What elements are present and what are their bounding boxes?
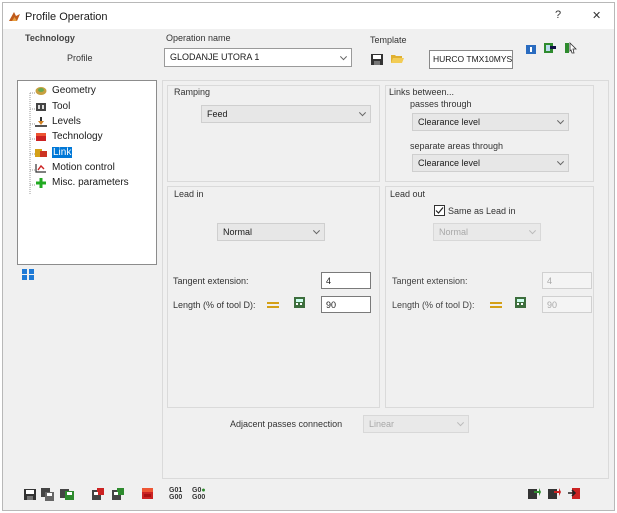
lead-in-type-select[interactable]: Normal (217, 223, 325, 241)
calculator-icon[interactable] (514, 296, 528, 309)
tree-item-motion-control[interactable]: Motion control (35, 162, 115, 173)
adjacent-passes-label: Adjacent passes connection (230, 419, 343, 429)
separate-areas-label: separate areas through (410, 141, 504, 151)
navigation-tree: Geometry Tool Levels Technology Link Mot… (17, 80, 157, 265)
tree-item-link[interactable]: Link (35, 147, 73, 158)
same-as-lead-in-label: Same as Lead in (448, 206, 516, 216)
open-template-icon[interactable] (390, 52, 404, 65)
gcode-simulate-button[interactable]: G0● G00 (192, 487, 206, 501)
checkmark-icon (435, 207, 444, 214)
lead-in-tangent-label: Tangent extension: (173, 276, 249, 286)
technology-table-icon[interactable] (141, 487, 155, 500)
layout-grid-icon[interactable] (21, 268, 35, 281)
lead-out-length-label: Length (% of tool D): (392, 300, 475, 310)
separate-areas-select[interactable]: Clearance level (412, 154, 569, 172)
technology-label: Technology (25, 33, 75, 43)
passes-through-label: passes through (410, 99, 472, 109)
chevron-down-icon (358, 109, 367, 117)
lines-tool-icon[interactable] (266, 298, 280, 311)
geometry-icon (35, 87, 47, 95)
plus-icon (36, 178, 46, 188)
adjacent-passes-select[interactable]: Linear (363, 415, 469, 433)
title-bar: Profile Operation ? ✕ (3, 3, 614, 29)
save-icon[interactable] (23, 488, 37, 501)
levels-icon (35, 117, 47, 127)
chevron-down-icon (556, 117, 565, 125)
chevron-down-icon (339, 52, 348, 60)
template-value: HURCO TMX10MYS (433, 54, 513, 64)
lines-tool-icon[interactable] (489, 298, 503, 311)
dot-icon: ● (201, 487, 206, 494)
export-red-icon[interactable] (547, 487, 561, 500)
save-copy-icon[interactable] (41, 488, 55, 501)
exit-icon[interactable] (567, 487, 581, 500)
lead-in-length-label: Length (% of tool D): (173, 300, 256, 310)
export-green-icon[interactable] (527, 487, 541, 500)
help-button[interactable]: ? (555, 9, 561, 21)
lead-out-length-input[interactable]: 90 (542, 296, 592, 313)
template-field[interactable]: HURCO TMX10MYS (429, 50, 513, 69)
lead-out-label: Lead out (390, 189, 426, 199)
app-icon (9, 12, 20, 21)
tree-item-misc-parameters[interactable]: Misc. parameters (36, 177, 129, 188)
tree-item-geometry[interactable]: Geometry (35, 85, 96, 96)
gcode-preview-button[interactable]: G01 G00 (169, 487, 182, 501)
export-template-icon[interactable] (543, 41, 557, 54)
template-label: Template (370, 35, 407, 45)
profile-operation-window: Profile Operation ? ✕ Technology Profile… (2, 2, 615, 511)
chevron-down-icon (456, 419, 465, 427)
passes-through-select[interactable]: Clearance level (412, 113, 569, 131)
save-and-exit-icon[interactable] (111, 488, 125, 501)
calculator-icon[interactable] (293, 296, 307, 309)
lead-in-label: Lead in (174, 189, 204, 199)
lead-out-tangent-input[interactable]: 4 (542, 272, 592, 289)
save-template-icon[interactable] (370, 53, 384, 66)
chevron-down-icon (528, 227, 537, 235)
technology-value: Profile (67, 53, 93, 63)
close-button[interactable]: ✕ (592, 9, 601, 22)
motion-control-icon (35, 164, 46, 173)
technology-icon (36, 133, 46, 141)
same-as-lead-in-checkbox[interactable] (434, 205, 445, 216)
operation-name-field[interactable]: GLODANJE UTORA 1 (164, 48, 352, 67)
lead-out-tangent-label: Tangent extension: (392, 276, 468, 286)
operation-name-label: Operation name (166, 33, 231, 43)
chevron-down-icon (556, 158, 565, 166)
cursor-tool-icon[interactable] (564, 41, 578, 54)
chevron-down-icon (312, 227, 321, 235)
lead-in-length-input[interactable]: 90 (321, 296, 371, 313)
tree-item-tool[interactable]: Tool (36, 101, 70, 112)
operation-name-value: GLODANJE UTORA 1 (170, 52, 260, 62)
tool-icon (36, 103, 46, 111)
ramping-group (167, 85, 380, 182)
ramping-select[interactable]: Feed (201, 105, 371, 123)
link-icon (35, 149, 47, 157)
window-title: Profile Operation (25, 11, 108, 23)
tree-item-levels[interactable]: Levels (35, 116, 81, 127)
save-and-calculate-icon[interactable] (91, 488, 105, 501)
lead-out-type-select[interactable]: Normal (433, 223, 541, 241)
links-label: Links between... (389, 87, 455, 97)
tree-item-technology[interactable]: Technology (36, 131, 103, 142)
save-all-icon[interactable] (60, 488, 74, 501)
lead-in-tangent-input[interactable]: 4 (321, 272, 371, 289)
ramping-label: Ramping (174, 87, 211, 97)
info-icon[interactable] (524, 43, 538, 56)
